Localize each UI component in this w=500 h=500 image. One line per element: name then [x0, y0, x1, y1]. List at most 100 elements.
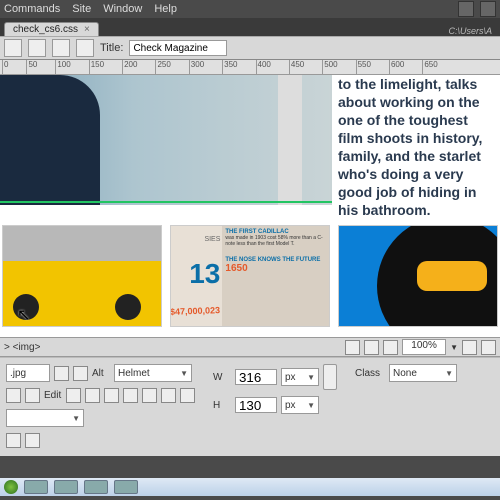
hero-text[interactable]: to the limelight, talks about working on…: [332, 75, 500, 205]
file-path-hint: C:\Users\A: [448, 26, 496, 36]
ruler-tick: 250: [155, 60, 170, 74]
tab-label: check_cs6.css: [13, 24, 78, 35]
ruler-tick: 500: [322, 60, 337, 74]
info-right: THE FIRST CADILLAC was made in 1903 cost…: [222, 226, 329, 326]
horizontal-ruler: 050100150200250300350400450500550600650: [0, 60, 500, 75]
chevron-down-icon: ▼: [307, 401, 315, 410]
title-label: Title:: [100, 42, 123, 54]
taskbar-app[interactable]: [114, 480, 138, 494]
w-unit-select[interactable]: px ▼: [281, 368, 319, 386]
lock-aspect-icon[interactable]: [323, 364, 337, 390]
hand-tool-icon[interactable]: [364, 340, 379, 355]
resample-icon[interactable]: [142, 388, 157, 403]
start-button-icon[interactable]: [4, 480, 18, 494]
tag-path[interactable]: > <img>: [4, 342, 40, 353]
zoom-tool-icon[interactable]: [383, 340, 398, 355]
width-input[interactable]: [235, 369, 277, 385]
link-point-icon[interactable]: [6, 388, 21, 403]
document-tab[interactable]: check_cs6.css ×: [4, 22, 99, 36]
info-sies: SIES: [204, 236, 220, 243]
thumb-helmet[interactable]: [338, 225, 498, 327]
h-unit: px: [285, 400, 296, 411]
ruler-tick: 600: [389, 60, 404, 74]
layout-icon[interactable]: [458, 1, 474, 17]
ruler-tick: 200: [122, 60, 137, 74]
ruler-tick: 0: [2, 60, 8, 74]
sharpen-icon[interactable]: [180, 388, 195, 403]
info-money: $47,000,023: [170, 305, 220, 317]
ruler-tick: 100: [55, 60, 70, 74]
class-select[interactable]: None▼: [389, 364, 457, 382]
map-folder-icon[interactable]: [25, 433, 40, 448]
menu-help[interactable]: Help: [154, 3, 177, 15]
info-nose-num: 1650: [225, 263, 326, 274]
design-canvas[interactable]: to the limelight, talks about working on…: [0, 75, 500, 337]
taskbar-app[interactable]: [54, 480, 78, 494]
crop-icon[interactable]: [123, 388, 138, 403]
chevron-down-icon: ▼: [307, 373, 315, 382]
h-unit-select[interactable]: px ▼: [281, 396, 319, 414]
mouse-cursor-icon: ↖: [17, 305, 30, 325]
point-to-file-icon[interactable]: [54, 366, 69, 381]
menu-commands[interactable]: Commands: [4, 3, 60, 15]
tag-selector-bar: > <img> 100% ▼: [0, 337, 500, 357]
info-cadillac-body: was made in 1903 cost 58% more than a C-…: [225, 235, 326, 247]
zoom-dropdown-icon[interactable]: ▼: [450, 343, 458, 352]
ruler-tick: 350: [222, 60, 237, 74]
taskbar-app[interactable]: [24, 480, 48, 494]
workspace-icons: [458, 1, 496, 17]
car-wheel-icon: [115, 294, 141, 320]
guide-line: [0, 201, 332, 203]
ruler-tick: 400: [256, 60, 271, 74]
split-view-icon[interactable]: [28, 39, 46, 57]
document-tab-bar: check_cs6.css × C:\Users\A: [0, 18, 500, 36]
thumb-infographic[interactable]: SIES 13 $47,000,023 THE FIRST CADILLAC w…: [170, 225, 330, 327]
live-view-icon[interactable]: [76, 39, 94, 57]
map-point-icon[interactable]: [6, 433, 21, 448]
height-label: H: [213, 400, 231, 411]
document-toolbar: Title:: [0, 36, 500, 60]
update-from-original-icon[interactable]: [104, 388, 119, 403]
hero-section: to the limelight, talks about working on…: [0, 75, 500, 205]
src-ext-field[interactable]: .jpg: [6, 364, 50, 382]
ruler-tick: 550: [356, 60, 371, 74]
extend-icon[interactable]: [480, 1, 496, 17]
ruler-tick: 300: [189, 60, 204, 74]
menu-window[interactable]: Window: [103, 3, 142, 15]
alt-label: Alt: [92, 368, 110, 379]
alt-select[interactable]: Helmet▼: [114, 364, 192, 382]
pointer-tool-icon[interactable]: [345, 340, 360, 355]
info-big-number: 13: [189, 258, 220, 290]
taskbar-app[interactable]: [84, 480, 108, 494]
chevron-down-icon: ▼: [72, 414, 80, 423]
design-view-icon[interactable]: [52, 39, 70, 57]
brightness-icon[interactable]: [161, 388, 176, 403]
height-input[interactable]: [235, 397, 277, 413]
properties-panel: .jpg Alt Helmet▼ Edit ▼ W: [0, 357, 500, 456]
person-silhouette: [0, 75, 100, 205]
zoom-level[interactable]: 100%: [402, 339, 446, 355]
app-footer: [0, 456, 500, 478]
ruler-tick: 150: [89, 60, 104, 74]
title-input[interactable]: [129, 40, 227, 56]
visual-aids-icon[interactable]: [481, 340, 496, 355]
view-options-icon[interactable]: [462, 340, 477, 355]
edit-settings-icon[interactable]: [85, 388, 100, 403]
browse-folder-icon[interactable]: [73, 366, 88, 381]
target-select[interactable]: ▼: [6, 409, 84, 427]
src-ext-value: .jpg: [10, 368, 26, 379]
width-label: W: [213, 372, 231, 383]
code-view-icon[interactable]: [4, 39, 22, 57]
close-tab-icon[interactable]: ×: [84, 24, 90, 35]
ruler-tick: 450: [289, 60, 304, 74]
alt-value: Helmet: [118, 368, 150, 379]
edit-label: Edit: [44, 390, 62, 401]
edit-ps-icon[interactable]: [66, 388, 81, 403]
os-taskbar: [0, 478, 500, 496]
class-value: None: [393, 368, 417, 379]
menu-site[interactable]: Site: [72, 3, 91, 15]
hero-image[interactable]: [0, 75, 332, 205]
link-folder-icon[interactable]: [25, 388, 40, 403]
w-unit: px: [285, 372, 296, 383]
info-left: SIES 13 $47,000,023: [171, 226, 222, 326]
